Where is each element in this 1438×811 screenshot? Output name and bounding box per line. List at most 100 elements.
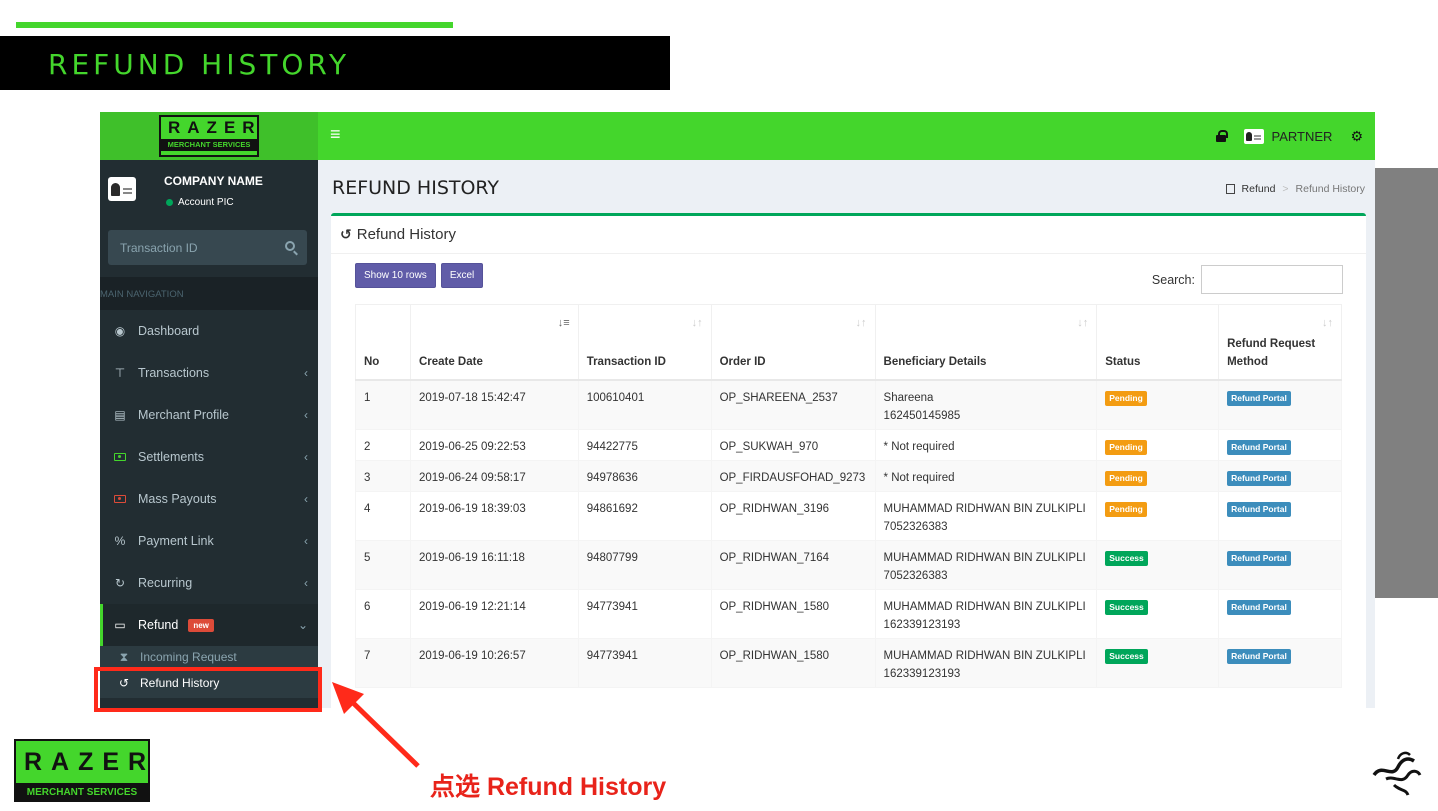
link-icon: % — [114, 534, 126, 548]
sidebar-item-recurring[interactable]: ↻ Recurring ‹ — [100, 562, 318, 604]
beneficiary-account: 162339123193 — [883, 618, 961, 631]
sidebar-item-label: Recurring — [138, 576, 193, 590]
sidebar-item-label: Dashboard — [138, 324, 200, 338]
table-row[interactable]: 6 2019-06-19 12:21:14 94773941 OP_RIDHWAN_1… — [355, 588, 1342, 639]
column-label: Refund Request Method — [1227, 337, 1316, 368]
excel-button[interactable]: Excel — [440, 263, 484, 288]
beneficiary-account: 162450145985 — [883, 409, 961, 422]
breadcrumb-item[interactable]: Refund — [1242, 183, 1276, 195]
column-header-status[interactable]: Status — [1096, 304, 1220, 381]
cell-create-date: 2019-07-18 15:42:47 — [409, 379, 579, 430]
hourglass-icon: ⧗ — [119, 649, 129, 664]
sidebar-item-refund[interactable]: ▭ Refund new ⌄ — [100, 604, 318, 646]
sidebar-item-label: Payment Link — [138, 534, 214, 548]
sidebar-item-mass-payouts[interactable]: Mass Payouts ‹ — [100, 478, 318, 520]
method-badge: Refund Portal — [1227, 648, 1291, 664]
brand-area[interactable]: RAZER MERCHANT SERVICES — [100, 112, 318, 160]
razer-footer-logo: RAZER MERCHANT SERVICES — [14, 739, 150, 802]
table-row[interactable]: 5 2019-06-19 16:11:18 94807799 OP_RIDHWAN_7… — [355, 539, 1342, 590]
cell-create-date: 2019-06-25 09:22:53 — [409, 428, 579, 461]
sidebar-item-dashboard[interactable]: ◉ Dashboard — [100, 310, 318, 352]
table-row[interactable]: 7 2019-06-19 10:26:57 94773941 OP_RIDHWAN_1… — [355, 637, 1342, 688]
cell-method: Refund Portal — [1218, 539, 1342, 590]
inbox-icon: ▭ — [114, 618, 126, 632]
column-label: Status — [1105, 355, 1141, 368]
breadcrumb-item-current: Refund History — [1295, 183, 1365, 195]
slide-accent-line — [16, 22, 453, 28]
slide-title: REFUND HISTORY — [48, 48, 351, 81]
sidebar-subitem-incoming-request[interactable]: ⧗ Incoming Request — [100, 646, 318, 668]
sidebar: COMPANY NAME Account PIC MAIN NAVIGATION… — [100, 160, 318, 708]
sort-desc-icon: ↓≡ — [557, 317, 570, 329]
column-header-order-id[interactable]: ↓↑ Order ID — [710, 304, 876, 381]
account-label: Account PIC — [178, 197, 234, 208]
sidebar-item-label: Refund — [138, 618, 179, 632]
status-badge: Success — [1105, 599, 1148, 615]
column-header-create-date[interactable]: ↓≡ Create Date — [409, 304, 579, 381]
box-header: ↺ Refund History — [331, 216, 1366, 254]
cell-method: Refund Portal — [1218, 459, 1342, 492]
sort-icon: ↓↑ — [691, 317, 703, 329]
table-row[interactable]: 2 2019-06-25 09:22:53 94422775 OP_SUKWAH_97… — [355, 428, 1342, 461]
chevron-left-icon: ‹ — [304, 408, 308, 422]
method-badge: Refund Portal — [1227, 390, 1291, 406]
chevron-left-icon: ‹ — [304, 492, 308, 506]
sidebar-item-transactions[interactable]: ⊤ Transactions ‹ — [100, 352, 318, 394]
app-window: RAZER MERCHANT SERVICES ≡ PARTNER ⚙ COMP… — [100, 112, 1375, 708]
cell-transaction-id: 94773941 — [577, 588, 712, 639]
table-row[interactable]: 3 2019-06-24 09:58:17 94978636 OP_FIRDAUSFO… — [355, 459, 1342, 492]
cell-order-id: OP_FIRDAUSFOHAD_9273 — [710, 459, 876, 492]
side-gray-panel — [1375, 168, 1438, 598]
lock-icon[interactable] — [1215, 130, 1228, 142]
column-header-beneficiary[interactable]: ↓↑ Beneficiary Details — [874, 304, 1098, 381]
method-badge: Refund Portal — [1227, 501, 1291, 517]
table-row[interactable]: 1 2019-07-18 15:42:47 100610401 OP_SHAREENA… — [355, 379, 1342, 430]
show-rows-button[interactable]: Show 10 rows — [355, 263, 436, 288]
row-number: 6 — [364, 600, 371, 613]
column-header-transaction-id[interactable]: ↓↑ Transaction ID — [577, 304, 712, 381]
sidebar-item-payment-link[interactable]: % Payment Link ‹ — [100, 520, 318, 562]
cell-method: Refund Portal — [1218, 490, 1342, 541]
transaction-search-input[interactable] — [108, 230, 307, 265]
refund-history-table: No ↓≡ Create Date ↓↑ Transaction ID ↓↑ Orde… — [355, 304, 1342, 688]
column-header-method[interactable]: ↓↑ Refund Request Method — [1218, 304, 1342, 381]
sidebar-item-merchant-profile[interactable]: ▤ Merchant Profile ‹ — [100, 394, 318, 436]
create-date: 2019-06-19 16:11:18 — [418, 551, 525, 564]
status-badge: Success — [1105, 550, 1148, 566]
user-menu[interactable]: PARTNER — [1243, 128, 1332, 144]
column-label: No — [364, 355, 380, 368]
transaction-id: 94422775 — [586, 440, 638, 453]
cell-status: Pending — [1096, 379, 1220, 430]
cell-create-date: 2019-06-19 10:26:57 — [409, 637, 579, 688]
create-date: 2019-07-18 15:42:47 — [418, 391, 526, 404]
company-name: COMPANY NAME — [164, 174, 263, 188]
cell-order-id: OP_SUKWAH_970 — [710, 428, 876, 461]
cell-beneficiary: MUHAMMAD RIDHWAN BIN ZULKIPLI 16233912319… — [874, 588, 1098, 639]
cell-method: Refund Portal — [1218, 428, 1342, 461]
table-search-input[interactable] — [1201, 265, 1343, 294]
table-row[interactable]: 4 2019-06-19 18:39:03 94861692 OP_RIDHWAN_3… — [355, 490, 1342, 541]
sidebar-item-label: Mass Payouts — [138, 492, 217, 506]
hamburger-menu-icon[interactable]: ≡ — [330, 124, 341, 145]
gears-icon[interactable]: ⚙ — [1350, 128, 1363, 145]
transaction-id: 94861692 — [586, 502, 638, 515]
cell-status: Success — [1096, 539, 1220, 590]
money-icon — [113, 492, 127, 506]
beneficiary-account: 162339123193 — [883, 667, 961, 680]
cell-create-date: 2019-06-24 09:58:17 — [409, 459, 579, 492]
beneficiary-name: * Not required — [883, 471, 955, 484]
status-badge: Pending — [1105, 501, 1147, 517]
search-icon[interactable] — [285, 241, 295, 251]
sidebar-item-settlements[interactable]: Settlements ‹ — [100, 436, 318, 478]
chevron-left-icon: ‹ — [304, 450, 308, 464]
column-header-no[interactable]: No — [355, 304, 411, 381]
sort-icon: ↓↑ — [1322, 317, 1333, 329]
transaction-id: 94773941 — [586, 600, 638, 613]
transaction-id: 100610401 — [586, 391, 645, 404]
cell-create-date: 2019-06-19 12:21:14 — [409, 588, 579, 639]
page-title: REFUND HISTORY — [332, 177, 500, 199]
beneficiary-name: Shareena — [883, 391, 934, 404]
annotation-arrow-icon — [332, 682, 420, 768]
cell-order-id: OP_RIDHWAN_7164 — [710, 539, 876, 590]
cell-create-date: 2019-06-19 16:11:18 — [409, 539, 579, 590]
